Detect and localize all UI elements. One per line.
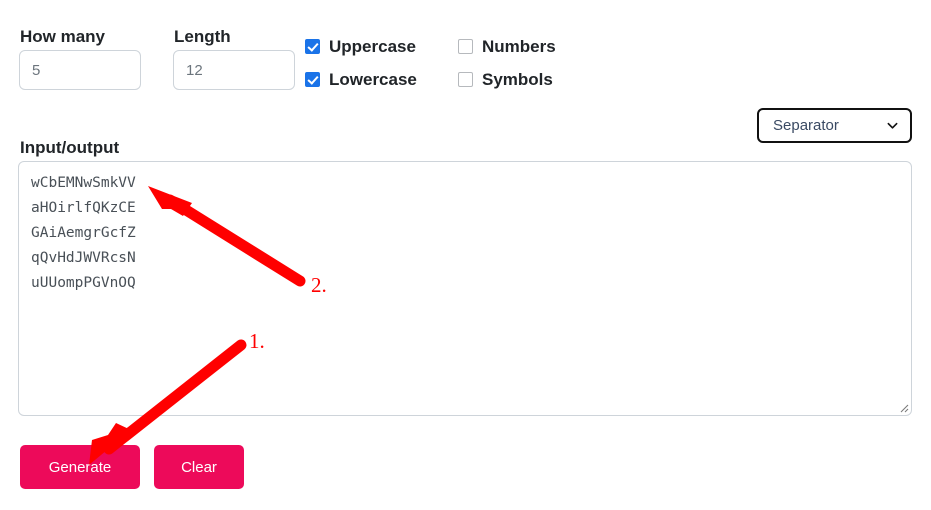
io-textarea-line-5: uUUompPGVnOQ	[31, 275, 136, 291]
io-textarea-line-1: wCbEMNwSmkVV	[31, 175, 136, 191]
checkbox-label-uppercase: Uppercase	[329, 37, 416, 56]
checkbox-symbols[interactable]	[458, 72, 473, 87]
io-label: Input/output	[20, 138, 120, 157]
checkbox-row-numbers[interactable]: Numbers	[458, 38, 556, 55]
separator-selected-value: Separator	[773, 117, 839, 134]
how-many-label: How many	[20, 27, 106, 46]
io-textarea[interactable]: wCbEMNwSmkVV aHOirlfQKzCE GAiAemgrGcfZ q…	[18, 161, 912, 416]
checkbox-label-lowercase: Lowercase	[329, 70, 417, 89]
annotation-marker-2: 2.	[311, 273, 327, 297]
io-textarea-line-4: qQvHdJWVRcsN	[31, 250, 136, 266]
chevron-down-icon	[887, 122, 898, 129]
checkbox-row-symbols[interactable]: Symbols	[458, 71, 553, 88]
io-textarea-line-3: GAiAemgrGcfZ	[31, 225, 136, 241]
io-textarea-line-2: aHOirlfQKzCE	[31, 200, 136, 216]
generate-button[interactable]: Generate	[20, 445, 140, 489]
how-many-input[interactable]	[19, 50, 141, 90]
length-input[interactable]	[173, 50, 295, 90]
checkbox-label-numbers: Numbers	[482, 37, 556, 56]
annotation-marker-1: 1.	[249, 329, 265, 353]
length-label: Length	[174, 27, 231, 46]
separator-select[interactable]: Separator	[757, 108, 912, 143]
checkbox-row-uppercase[interactable]: Uppercase	[305, 38, 416, 55]
password-generator-page: How many Length Uppercase Lowercase Numb…	[0, 0, 931, 510]
clear-button[interactable]: Clear	[154, 445, 244, 489]
checkbox-numbers[interactable]	[458, 39, 473, 54]
checkbox-lowercase[interactable]	[305, 72, 320, 87]
checkbox-row-lowercase[interactable]: Lowercase	[305, 71, 417, 88]
resize-grip-icon[interactable]	[896, 400, 909, 413]
checkbox-uppercase[interactable]	[305, 39, 320, 54]
checkbox-label-symbols: Symbols	[482, 70, 553, 89]
